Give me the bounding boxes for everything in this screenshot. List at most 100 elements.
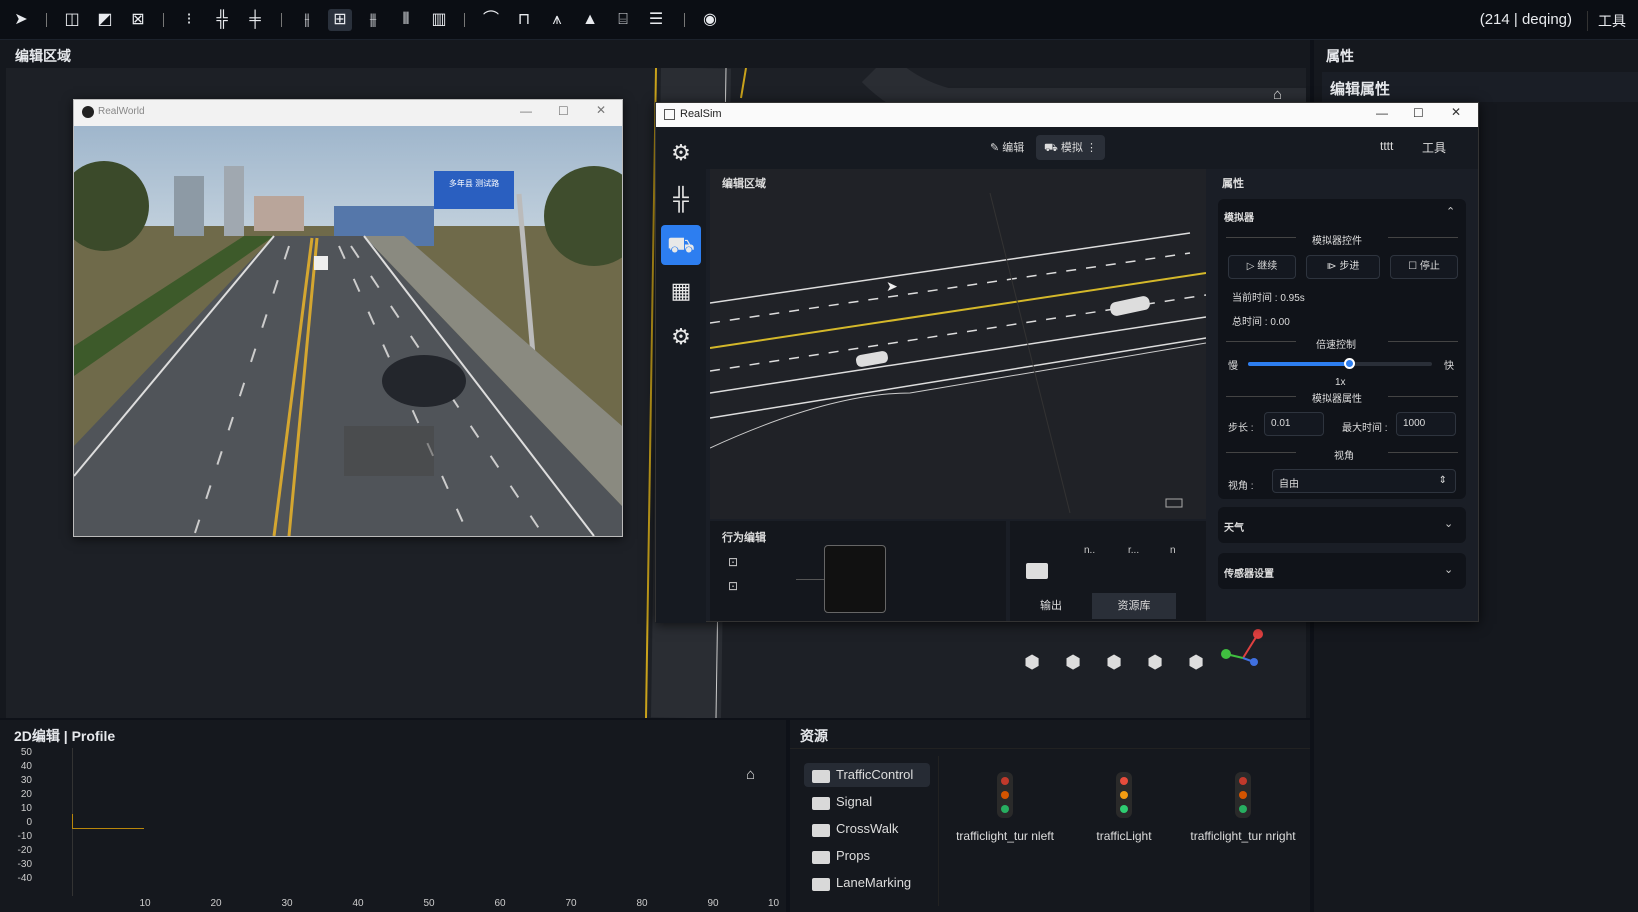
folder-icon xyxy=(812,824,830,837)
x-tick: 30 xyxy=(281,898,293,909)
divider xyxy=(1226,237,1296,238)
asset-trafficlight-turnleft[interactable]: trafficlight_tur nleft xyxy=(950,764,1060,904)
eye-icon[interactable]: ◉ xyxy=(698,9,722,31)
axis-gizmo-icon[interactable] xyxy=(1218,626,1264,672)
view-cube-icon[interactable]: ⬢ xyxy=(1103,652,1125,674)
view-select[interactable]: 自由 ⇕ xyxy=(1272,469,1456,493)
x-tick: 90 xyxy=(707,898,719,909)
node-icon[interactable]: ⊡ xyxy=(728,555,738,569)
maximize-icon[interactable]: ☐ xyxy=(1413,106,1424,120)
realsim-window[interactable]: RealSim — ☐ ✕ ⚙ ╬ ⛟ ▦ ⚙ ✎ 编辑 ⛟ 模拟 ⋮ tttt… xyxy=(655,102,1479,623)
folder-props[interactable]: Props xyxy=(804,844,930,868)
lane-width-icon[interactable]: ⊞ xyxy=(328,9,352,31)
home-icon[interactable]: ⌂ xyxy=(746,766,755,783)
close-icon[interactable]: ✕ xyxy=(596,103,606,117)
road-icon[interactable]: ◫ xyxy=(60,9,84,31)
lane-split-icon[interactable]: ⫵ xyxy=(361,9,385,31)
view-cube-icon[interactable]: ⬢ xyxy=(1144,652,1166,674)
user-info: (214 | deqing) xyxy=(1479,11,1572,28)
realsim-title: RealSim xyxy=(680,108,722,120)
minimize-icon[interactable]: — xyxy=(1376,106,1388,120)
road-delete-icon[interactable]: ⊠ xyxy=(126,9,150,31)
grid-apps-icon[interactable]: ▦ xyxy=(661,271,701,311)
realworld-window[interactable]: RealWorld — ☐ ✕ 多年县 测试路 xyxy=(73,99,623,537)
chevron-down-icon[interactable]: ⌄ xyxy=(1444,563,1453,576)
step-button[interactable]: ⧐ 步进 xyxy=(1306,255,1380,279)
speed-slider[interactable] xyxy=(1248,358,1432,369)
sensor-card[interactable]: 传感器设置 ⌄ xyxy=(1218,553,1466,589)
asset-name: trafficlight_tur nleft xyxy=(956,829,1054,843)
unreal-logo-icon xyxy=(82,106,94,118)
view-cube-icon[interactable]: ⬢ xyxy=(1021,652,1043,674)
tools-menu[interactable]: 工具 xyxy=(1587,11,1626,31)
realsim-edit-canvas[interactable]: 编辑区域 ➤ xyxy=(710,169,1206,519)
speed-label: 倍速控制 xyxy=(1316,340,1356,351)
curve-icon[interactable]: ⌒ xyxy=(479,9,503,31)
node-icon[interactable]: ⊡ xyxy=(728,579,738,593)
pencil-icon: ✎ xyxy=(990,142,1003,154)
junction-icon[interactable]: ╬ xyxy=(210,9,234,31)
edit-mode-label: 编辑 xyxy=(1002,142,1025,154)
lane-add-icon[interactable]: ⫲ xyxy=(295,9,319,31)
realworld-3d-scene[interactable]: 多年县 测试路 xyxy=(74,126,622,536)
speed-slider-handle[interactable] xyxy=(1344,358,1356,369)
asset-trafficlight-turnright[interactable]: trafficlight_tur nright xyxy=(1188,764,1298,904)
bridge-icon[interactable]: ⊓ xyxy=(512,9,536,31)
folder-icon xyxy=(812,770,830,783)
simulate-mode-button[interactable]: ⛟ 模拟 ⋮ xyxy=(1036,135,1105,160)
traffic-light-icon xyxy=(1235,772,1251,818)
y-tick: 50 xyxy=(20,747,32,758)
folder-signal[interactable]: Signal xyxy=(804,790,930,814)
traffic-light-icon[interactable]: ⁝ xyxy=(177,9,201,31)
weather-card[interactable]: 天气 ⌄ xyxy=(1218,507,1466,543)
junction-edit-icon[interactable]: ╪ xyxy=(243,9,267,31)
slow-label: 慢 xyxy=(1228,361,1238,372)
folder-icon xyxy=(812,797,830,810)
behavior-editor[interactable]: 行为编辑 ⊡ ⊡ xyxy=(710,521,1006,621)
stop-button[interactable]: ☐ 停止 xyxy=(1390,255,1458,279)
step-size-input[interactable]: 0.01 xyxy=(1264,412,1324,436)
folder-crosswalk[interactable]: CrossWalk xyxy=(804,817,930,841)
connector-line xyxy=(796,579,824,580)
traffic-cars-icon[interactable]: ⛟ xyxy=(661,225,701,265)
output-tab[interactable]: 输出 xyxy=(1010,593,1092,619)
sign-icon[interactable]: ⌸ xyxy=(611,9,635,31)
maximize-icon[interactable]: ☐ xyxy=(558,104,569,118)
folder-icon[interactable] xyxy=(1026,563,1048,579)
view-cube-icon[interactable]: ⬢ xyxy=(1185,652,1207,674)
resources-title: 资源 xyxy=(800,728,828,744)
chevron-down-icon[interactable]: ⌄ xyxy=(1444,517,1453,530)
settings-icon[interactable]: ⚙ xyxy=(661,317,701,357)
continue-button[interactable]: ▷ 继续 xyxy=(1228,255,1296,279)
asset-trafficlight[interactable]: trafficLight xyxy=(1069,764,1179,904)
behavior-node[interactable] xyxy=(824,545,886,613)
x-tick: 40 xyxy=(352,898,364,909)
cone-icon[interactable]: ▲ xyxy=(578,9,602,31)
simulator-title: 模拟器 xyxy=(1224,213,1254,224)
max-time-input[interactable]: 1000 xyxy=(1396,412,1456,436)
library-tab[interactable]: 资源库 xyxy=(1092,593,1176,619)
realsim-tools-menu[interactable]: 工具 xyxy=(1422,139,1446,156)
road-edit-icon[interactable]: ◩ xyxy=(93,9,117,31)
junction-icon[interactable]: ╬ xyxy=(661,179,701,219)
traffic-light-icon xyxy=(1116,772,1132,818)
cursor-icon[interactable]: ➤ xyxy=(9,9,33,31)
folder-lanemarking[interactable]: LaneMarking xyxy=(804,871,930,895)
divider xyxy=(790,748,1310,749)
close-icon[interactable]: ✕ xyxy=(1451,105,1461,119)
tunnel-icon[interactable]: ⩚ xyxy=(545,9,569,31)
gears-icon[interactable]: ⚙ xyxy=(661,133,701,173)
lane-marking-icon[interactable]: ▥ xyxy=(427,9,451,31)
view-cube-icon[interactable]: ⬢ xyxy=(1062,652,1084,674)
y-tick: 40 xyxy=(20,761,32,772)
profile-title: 2D编辑 | Profile xyxy=(14,728,116,744)
lane-merge-icon[interactable]: ⫴ xyxy=(394,9,418,31)
minimize-icon[interactable]: — xyxy=(520,104,532,118)
chevron-up-icon[interactable]: ⌃ xyxy=(1446,205,1455,218)
simulator-attr-label: 模拟器属性 xyxy=(1312,394,1362,405)
folder-trafficcontrol[interactable]: TrafficControl xyxy=(804,763,930,787)
home-icon[interactable]: ⌂ xyxy=(1273,86,1282,103)
edit-mode-button[interactable]: ✎ 编辑 xyxy=(982,135,1032,159)
barrier-icon[interactable]: ☰ xyxy=(644,9,668,31)
realsim-canvas-title: 编辑区域 xyxy=(722,178,766,190)
